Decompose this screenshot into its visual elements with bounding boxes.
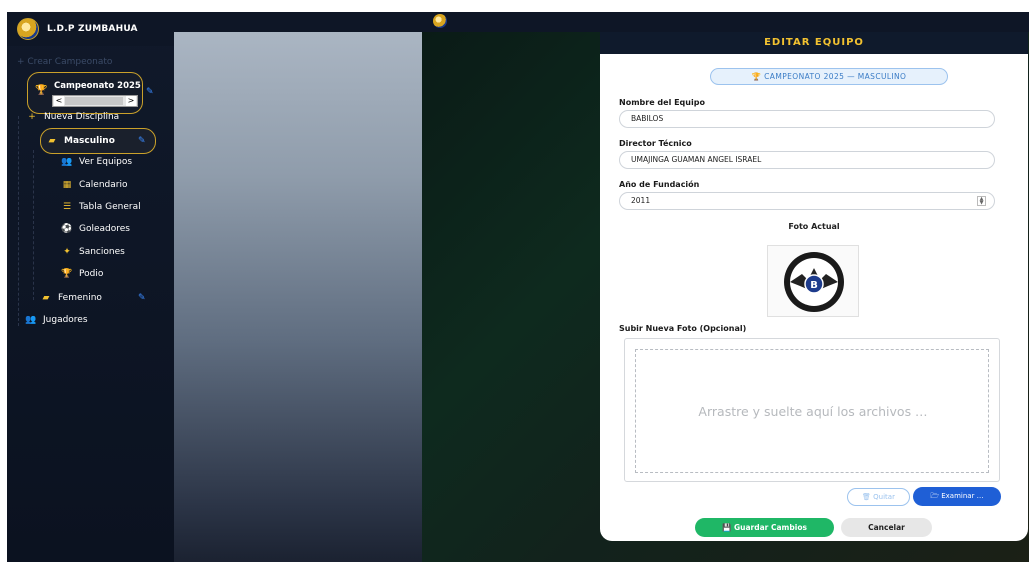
new-discipline-link[interactable]: + Nueva Disciplina xyxy=(26,112,119,122)
remove-file-button[interactable]: 🗑 Quitar xyxy=(847,488,910,506)
sidebar-item-label: Sanciones xyxy=(79,247,125,257)
players-icon: 👥 xyxy=(25,315,37,325)
sidebar: L.D.P ZUMBAHUA + Crear Campeonato 🏆 Camp… xyxy=(7,12,174,562)
sidebar-item-ver-equipos[interactable]: 👥 Ver Equipos xyxy=(61,157,132,167)
cancel-button[interactable]: Cancelar xyxy=(841,518,932,537)
brand-bar[interactable]: L.D.P ZUMBAHUA xyxy=(7,12,174,46)
upload-photo-label: Subir Nueva Foto (Opcional) xyxy=(619,324,747,333)
sidebar-item-label: Podio xyxy=(79,269,104,279)
sidebar-item-tabla-general[interactable]: ☰ Tabla General xyxy=(61,202,141,212)
podium-icon: 🏆 xyxy=(61,269,73,279)
championship-title: Campeonato 2025 xyxy=(54,81,141,91)
card-title: EDITAR EQUIPO xyxy=(600,32,1028,54)
browse-file-button[interactable]: 🗁 Examinar … xyxy=(913,487,1001,506)
scroll-thumb[interactable] xyxy=(65,97,123,105)
calendar-icon: ▦ xyxy=(62,180,72,190)
drop-zone-border: Arrastre y suelte aquí los archivos … xyxy=(635,349,989,473)
discipline-female-label: Femenino xyxy=(58,293,102,303)
trophy-icon: 🏆 xyxy=(751,72,765,81)
remove-file-label: Quitar xyxy=(873,493,895,501)
trash-icon: 🗑 xyxy=(862,493,874,501)
context-badge-label: CAMPEONATO 2025 — MASCULINO xyxy=(764,72,907,81)
sidebar-item-label: Calendario xyxy=(79,180,128,190)
context-badge: 🏆 CAMPEONATO 2025 — MASCULINO xyxy=(710,68,948,85)
file-drop-zone[interactable]: Arrastre y suelte aquí los archivos … xyxy=(624,338,1000,482)
scroll-left-arrow[interactable]: < xyxy=(54,96,64,106)
founding-year-input[interactable]: 2011 ▲ ▼ xyxy=(619,192,995,210)
discipline-male-row[interactable]: ▰ Masculino xyxy=(46,136,115,146)
brand-title: L.D.P ZUMBAHUA xyxy=(47,24,138,34)
drop-zone-text: Arrastre y suelte aquí los archivos … xyxy=(698,404,928,419)
edit-icon[interactable]: ✎ xyxy=(138,136,146,146)
coach-input[interactable]: UMAJINGA GUAMAN ANGEL ISRAEL xyxy=(619,151,995,169)
scroll-right-arrow[interactable]: > xyxy=(126,96,136,106)
header-logo[interactable] xyxy=(433,14,447,28)
coach-label: Director Técnico xyxy=(619,139,692,148)
sanction-icon: ✦ xyxy=(63,247,71,257)
edit-icon[interactable]: ✎ xyxy=(146,87,154,97)
sidebar-item-sanciones[interactable]: ✦ Sanciones xyxy=(61,247,125,257)
background-panel-left xyxy=(174,12,422,562)
save-button[interactable]: 💾 Guardar Cambios xyxy=(695,518,834,537)
number-spinner[interactable]: ▲ ▼ xyxy=(977,196,986,206)
browse-file-label: Examinar … xyxy=(941,492,984,500)
table-icon: ☰ xyxy=(62,202,72,212)
people-icon: 👥 xyxy=(61,157,73,167)
tree-guide-line xyxy=(33,150,34,300)
sidebar-item-label: Tabla General xyxy=(79,202,141,212)
sidebar-item-goleadores[interactable]: ⚽ Goleadores xyxy=(61,224,130,234)
sidebar-item-podio[interactable]: 🏆 Podio xyxy=(61,269,103,279)
founding-year-value: 2011 xyxy=(631,196,651,205)
tree-guide-line xyxy=(18,116,19,326)
save-button-label: Guardar Cambios xyxy=(734,523,807,532)
league-logo xyxy=(17,18,39,40)
folder-icon: ▰ xyxy=(42,293,50,303)
svg-text:B: B xyxy=(810,280,818,291)
founding-year-label: Año de Fundación xyxy=(619,180,700,189)
championship-item[interactable]: 🏆 Campeonato 2025 < > xyxy=(27,72,143,114)
discipline-female-row[interactable]: ▰ Femenino xyxy=(40,293,102,303)
team-name-label: Nombre del Equipo xyxy=(619,98,705,107)
sidebar-item-label: Ver Equipos xyxy=(79,157,133,167)
discipline-male-label: Masculino xyxy=(64,136,115,146)
team-name-input[interactable]: BABILOS xyxy=(619,110,995,128)
sidebar-item-calendario[interactable]: ▦ Calendario xyxy=(61,180,128,190)
players-label: Jugadores xyxy=(43,315,88,325)
edit-team-card: EDITAR EQUIPO 🏆 CAMPEONATO 2025 — MASCUL… xyxy=(600,32,1028,541)
new-discipline-label: Nueva Disciplina xyxy=(44,112,120,122)
plus-icon: + xyxy=(28,112,36,122)
players-link[interactable]: 👥 Jugadores xyxy=(25,315,88,325)
sidebar-item-label: Goleadores xyxy=(79,224,130,234)
app-window: L.D.P ZUMBAHUA + Crear Campeonato 🏆 Camp… xyxy=(7,12,1029,562)
edit-icon[interactable]: ✎ xyxy=(138,293,146,303)
current-photo-label: Foto Actual xyxy=(788,222,840,231)
team-logo-image: B xyxy=(767,245,859,317)
ball-icon: ⚽ xyxy=(61,224,73,234)
save-icon: 💾 xyxy=(722,523,734,532)
create-championship-link[interactable]: + Crear Campeonato xyxy=(17,57,112,67)
folder-open-icon: ▰ xyxy=(48,136,56,146)
folder-icon: 🗁 xyxy=(930,492,942,500)
horizontal-scrollbar[interactable]: < > xyxy=(52,95,138,107)
trophy-icon: 🏆 xyxy=(35,85,48,96)
team-crest-icon: B xyxy=(784,252,844,312)
